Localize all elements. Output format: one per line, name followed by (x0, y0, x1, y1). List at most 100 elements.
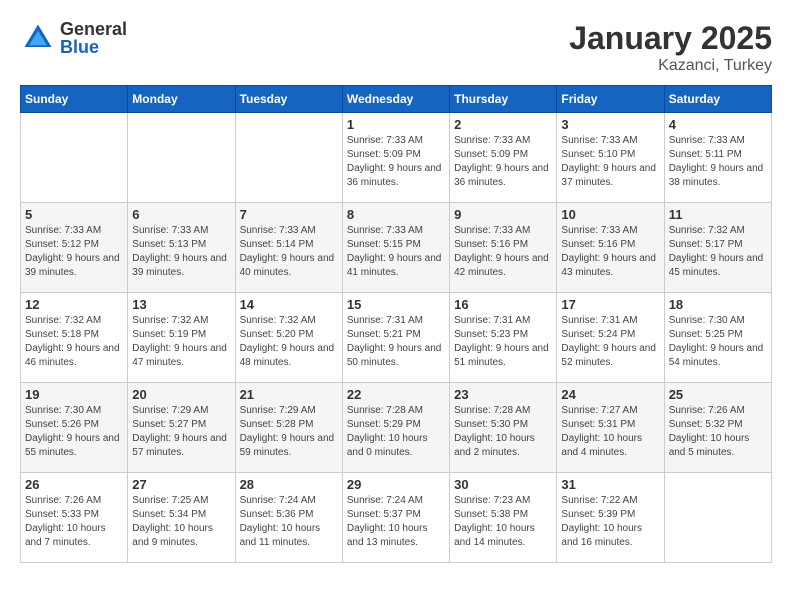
cell-details: Sunrise: 7:32 AM Sunset: 5:17 PM Dayligh… (669, 224, 767, 280)
day-number: 24 (561, 387, 659, 402)
day-number: 28 (240, 477, 338, 492)
calendar-cell: 4 Sunrise: 7:33 AM Sunset: 5:11 PM Daylig… (664, 113, 771, 203)
day-number: 8 (347, 207, 445, 222)
cell-details: Sunrise: 7:23 AM Sunset: 5:38 PM Dayligh… (454, 494, 552, 550)
cell-details: Sunrise: 7:30 AM Sunset: 5:26 PM Dayligh… (25, 404, 123, 460)
calendar-cell: 11 Sunrise: 7:32 AM Sunset: 5:17 PM Dayli… (664, 203, 771, 293)
weekday-header-wednesday: Wednesday (342, 86, 449, 113)
weekday-header-friday: Friday (557, 86, 664, 113)
cell-details: Sunrise: 7:32 AM Sunset: 5:20 PM Dayligh… (240, 314, 338, 370)
calendar-cell: 25 Sunrise: 7:26 AM Sunset: 5:32 PM Dayli… (664, 383, 771, 473)
calendar-cell: 26Sunrise: 7:26 AM Sunset: 5:33 PM Dayli… (21, 473, 128, 563)
calendar-body: 1 Sunrise: 7:33 AM Sunset: 5:09 PM Daylig… (21, 113, 772, 563)
calendar-cell: 31 Sunrise: 7:22 AM Sunset: 5:39 PM Dayli… (557, 473, 664, 563)
day-number: 25 (669, 387, 767, 402)
weekday-header-tuesday: Tuesday (235, 86, 342, 113)
cell-details: Sunrise: 7:29 AM Sunset: 5:27 PM Dayligh… (132, 404, 230, 460)
day-number: 6 (132, 207, 230, 222)
cell-details: Sunrise: 7:33 AM Sunset: 5:09 PM Dayligh… (347, 134, 445, 190)
logo-icon (20, 20, 56, 56)
page-header: General Blue January 2025 Kazanci, Turke… (20, 20, 772, 75)
cell-details: Sunrise: 7:25 AM Sunset: 5:34 PM Dayligh… (132, 494, 230, 550)
calendar-cell (21, 113, 128, 203)
calendar-cell: 22 Sunrise: 7:28 AM Sunset: 5:29 PM Dayli… (342, 383, 449, 473)
day-number: 14 (240, 297, 338, 312)
calendar-week-1: 1 Sunrise: 7:33 AM Sunset: 5:09 PM Daylig… (21, 113, 772, 203)
calendar-cell: 13 Sunrise: 7:32 AM Sunset: 5:19 PM Dayli… (128, 293, 235, 383)
calendar-table: SundayMondayTuesdayWednesdayThursdayFrid… (20, 85, 772, 563)
logo-blue: Blue (60, 38, 127, 56)
calendar-cell: 21 Sunrise: 7:29 AM Sunset: 5:28 PM Dayli… (235, 383, 342, 473)
day-number: 10 (561, 207, 659, 222)
weekday-header-monday: Monday (128, 86, 235, 113)
cell-details: Sunrise: 7:31 AM Sunset: 5:23 PM Dayligh… (454, 314, 552, 370)
calendar-cell: 20Sunrise: 7:29 AM Sunset: 5:27 PM Dayli… (128, 383, 235, 473)
logo-text: General Blue (60, 20, 127, 56)
cell-details: Sunrise: 7:32 AM Sunset: 5:18 PM Dayligh… (25, 314, 123, 370)
calendar-cell: 29 Sunrise: 7:24 AM Sunset: 5:37 PM Dayli… (342, 473, 449, 563)
day-number: 19 (25, 387, 123, 402)
logo-general: General (60, 20, 127, 38)
day-number: 22 (347, 387, 445, 402)
title-block: January 2025 Kazanci, Turkey (569, 20, 772, 75)
cell-details: Sunrise: 7:33 AM Sunset: 5:14 PM Dayligh… (240, 224, 338, 280)
calendar-cell: 23Sunrise: 7:28 AM Sunset: 5:30 PM Dayli… (450, 383, 557, 473)
location: Kazanci, Turkey (569, 57, 772, 75)
cell-details: Sunrise: 7:26 AM Sunset: 5:33 PM Dayligh… (25, 494, 123, 550)
calendar-cell: 9 Sunrise: 7:33 AM Sunset: 5:16 PM Daylig… (450, 203, 557, 293)
calendar-cell (128, 113, 235, 203)
calendar-cell: 16Sunrise: 7:31 AM Sunset: 5:23 PM Dayli… (450, 293, 557, 383)
cell-details: Sunrise: 7:30 AM Sunset: 5:25 PM Dayligh… (669, 314, 767, 370)
day-number: 27 (132, 477, 230, 492)
calendar-cell: 10Sunrise: 7:33 AM Sunset: 5:16 PM Dayli… (557, 203, 664, 293)
day-number: 1 (347, 117, 445, 132)
day-number: 31 (561, 477, 659, 492)
calendar-cell: 5Sunrise: 7:33 AM Sunset: 5:12 PM Daylig… (21, 203, 128, 293)
weekday-header-thursday: Thursday (450, 86, 557, 113)
weekday-header-saturday: Saturday (664, 86, 771, 113)
calendar-cell: 2 Sunrise: 7:33 AM Sunset: 5:09 PM Daylig… (450, 113, 557, 203)
day-number: 7 (240, 207, 338, 222)
calendar-cell: 1 Sunrise: 7:33 AM Sunset: 5:09 PM Daylig… (342, 113, 449, 203)
calendar-cell (235, 113, 342, 203)
day-number: 2 (454, 117, 552, 132)
day-number: 30 (454, 477, 552, 492)
cell-details: Sunrise: 7:33 AM Sunset: 5:10 PM Dayligh… (561, 134, 659, 190)
day-number: 21 (240, 387, 338, 402)
day-number: 11 (669, 207, 767, 222)
cell-details: Sunrise: 7:31 AM Sunset: 5:24 PM Dayligh… (561, 314, 659, 370)
cell-details: Sunrise: 7:33 AM Sunset: 5:13 PM Dayligh… (132, 224, 230, 280)
cell-details: Sunrise: 7:27 AM Sunset: 5:31 PM Dayligh… (561, 404, 659, 460)
day-number: 29 (347, 477, 445, 492)
calendar-cell: 17Sunrise: 7:31 AM Sunset: 5:24 PM Dayli… (557, 293, 664, 383)
calendar-cell: 14 Sunrise: 7:32 AM Sunset: 5:20 PM Dayli… (235, 293, 342, 383)
cell-details: Sunrise: 7:28 AM Sunset: 5:29 PM Dayligh… (347, 404, 445, 460)
cell-details: Sunrise: 7:32 AM Sunset: 5:19 PM Dayligh… (132, 314, 230, 370)
weekday-header-row: SundayMondayTuesdayWednesdayThursdayFrid… (21, 86, 772, 113)
day-number: 9 (454, 207, 552, 222)
calendar-week-3: 12Sunrise: 7:32 AM Sunset: 5:18 PM Dayli… (21, 293, 772, 383)
day-number: 4 (669, 117, 767, 132)
calendar-week-2: 5Sunrise: 7:33 AM Sunset: 5:12 PM Daylig… (21, 203, 772, 293)
day-number: 18 (669, 297, 767, 312)
cell-details: Sunrise: 7:33 AM Sunset: 5:09 PM Dayligh… (454, 134, 552, 190)
cell-details: Sunrise: 7:24 AM Sunset: 5:37 PM Dayligh… (347, 494, 445, 550)
cell-details: Sunrise: 7:26 AM Sunset: 5:32 PM Dayligh… (669, 404, 767, 460)
calendar-cell (664, 473, 771, 563)
day-number: 5 (25, 207, 123, 222)
cell-details: Sunrise: 7:28 AM Sunset: 5:30 PM Dayligh… (454, 404, 552, 460)
cell-details: Sunrise: 7:33 AM Sunset: 5:15 PM Dayligh… (347, 224, 445, 280)
cell-details: Sunrise: 7:22 AM Sunset: 5:39 PM Dayligh… (561, 494, 659, 550)
calendar-cell: 30 Sunrise: 7:23 AM Sunset: 5:38 PM Dayli… (450, 473, 557, 563)
calendar-cell: 7 Sunrise: 7:33 AM Sunset: 5:14 PM Daylig… (235, 203, 342, 293)
day-number: 3 (561, 117, 659, 132)
day-number: 15 (347, 297, 445, 312)
calendar-cell: 28Sunrise: 7:24 AM Sunset: 5:36 PM Dayli… (235, 473, 342, 563)
calendar-cell: 6 Sunrise: 7:33 AM Sunset: 5:13 PM Daylig… (128, 203, 235, 293)
calendar-cell: 3 Sunrise: 7:33 AM Sunset: 5:10 PM Daylig… (557, 113, 664, 203)
cell-details: Sunrise: 7:33 AM Sunset: 5:11 PM Dayligh… (669, 134, 767, 190)
calendar-cell: 15Sunrise: 7:31 AM Sunset: 5:21 PM Dayli… (342, 293, 449, 383)
day-number: 13 (132, 297, 230, 312)
cell-details: Sunrise: 7:29 AM Sunset: 5:28 PM Dayligh… (240, 404, 338, 460)
cell-details: Sunrise: 7:33 AM Sunset: 5:16 PM Dayligh… (454, 224, 552, 280)
